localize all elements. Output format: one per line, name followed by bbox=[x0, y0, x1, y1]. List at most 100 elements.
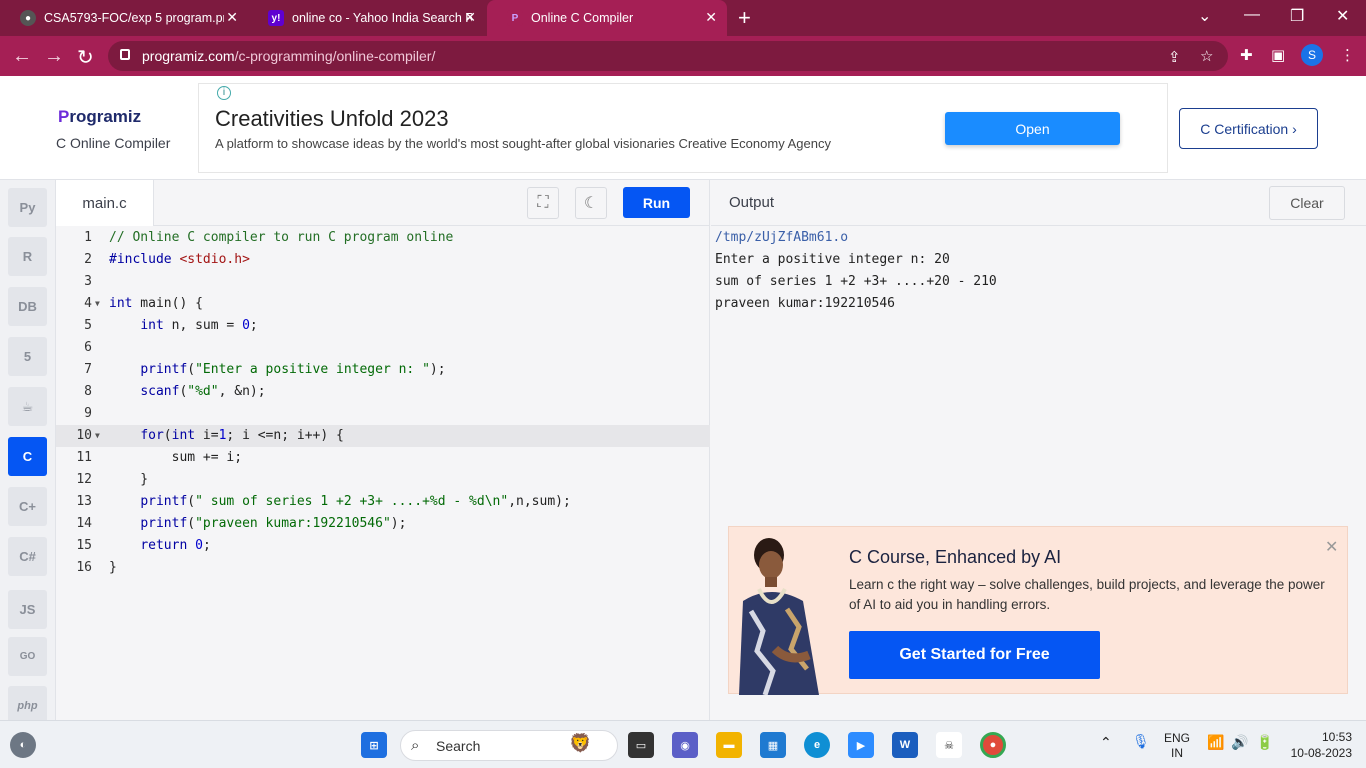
browser-tab-yahoo[interactable]: y! online co - Yahoo India Search Re ✕ bbox=[248, 0, 486, 36]
output-line: praveen kumar:192210546 bbox=[715, 296, 896, 311]
promo-title: C Course, Enhanced by AI bbox=[849, 547, 1062, 567]
microsoft-store-icon[interactable]: ▦ bbox=[760, 732, 786, 758]
ad-open-button[interactable]: Open bbox=[945, 112, 1120, 145]
menu-kebab-icon[interactable]: ⋮ bbox=[1340, 46, 1355, 64]
wifi-icon[interactable]: 📶 bbox=[1207, 735, 1224, 750]
promo-description: Learn c the right way – solve challenges… bbox=[849, 577, 1325, 612]
forward-icon[interactable]: → bbox=[44, 45, 64, 68]
browser-tab-github[interactable]: ● CSA5793-FOC/exp 5 program.pn ✕ bbox=[0, 0, 248, 36]
output-line: /tmp/zUjZfABm61.o bbox=[715, 230, 849, 245]
ad-info-icon[interactable]: i bbox=[217, 86, 231, 100]
tab-search-chevron-icon[interactable]: ⌄ bbox=[1198, 6, 1211, 26]
language-code: ENG bbox=[1164, 731, 1191, 745]
game-app-icon[interactable]: ☠ bbox=[936, 732, 962, 758]
fold-arrow-icon[interactable]: ▼ bbox=[95, 293, 100, 315]
lang-c-icon[interactable]: C bbox=[8, 437, 47, 476]
lang-r-icon[interactable]: R bbox=[8, 237, 47, 276]
url-field[interactable]: programiz.com/c-programming/online-compi… bbox=[108, 41, 1228, 71]
file-explorer-icon[interactable]: ▬ bbox=[716, 732, 742, 758]
search-label: Search bbox=[436, 738, 481, 754]
code-editor-panel: main.c ⛶ ☾ Run 1// Online C compiler to … bbox=[56, 180, 710, 720]
restore-icon[interactable]: ❐ bbox=[1290, 6, 1304, 26]
ad-description: A platform to showcase ideas by the worl… bbox=[215, 136, 831, 151]
lang-js-icon[interactable]: JS bbox=[8, 590, 47, 629]
code-line: 3 bbox=[84, 274, 92, 289]
volume-icon[interactable]: 🔊 bbox=[1231, 735, 1248, 750]
code-line: 13 printf(" sum of series 1 +2 +3+ ....+… bbox=[76, 494, 571, 509]
browser-tabstrip: ● CSA5793-FOC/exp 5 program.pn ✕ y! onli… bbox=[0, 0, 1366, 36]
microphone-icon[interactable]: 🎙 bbox=[1132, 734, 1150, 749]
programiz-logo[interactable]: Programiz bbox=[58, 107, 141, 127]
tray-chevron-up-icon[interactable]: ⌃ bbox=[1100, 735, 1112, 750]
address-bar: ← → ↻ programiz.com/c-programming/online… bbox=[0, 36, 1366, 76]
fullscreen-icon[interactable]: ⛶ bbox=[527, 187, 559, 219]
clear-button[interactable]: Clear bbox=[1269, 186, 1345, 220]
ad-title[interactable]: Creativities Unfold 2023 bbox=[215, 106, 449, 132]
chrome-browser-icon[interactable]: ● bbox=[980, 732, 1006, 758]
weather-widget-icon[interactable]: ◐ bbox=[10, 732, 36, 758]
get-started-button[interactable]: Get Started for Free bbox=[849, 631, 1100, 679]
lang-cpp-icon[interactable]: C+ bbox=[8, 487, 47, 526]
task-view-icon[interactable]: ▭ bbox=[628, 732, 654, 758]
code-line: 12 } bbox=[76, 472, 149, 487]
edge-browser-icon[interactable]: e bbox=[804, 732, 830, 758]
lang-html-icon[interactable]: 5 bbox=[8, 337, 47, 376]
close-icon[interactable]: ✕ bbox=[1325, 537, 1338, 557]
site-header: Programiz C Online Compiler i Creativiti… bbox=[0, 76, 1366, 180]
profile-avatar[interactable]: S bbox=[1301, 44, 1323, 66]
bookmark-star-icon[interactable]: ☆ bbox=[1200, 47, 1213, 65]
logo-initial: P bbox=[58, 107, 70, 126]
lang-sql-icon[interactable]: DB bbox=[8, 287, 47, 326]
code-line: 5 int n, sum = 0; bbox=[84, 318, 258, 333]
run-button[interactable]: Run bbox=[623, 187, 690, 218]
file-tab-main-c[interactable]: main.c bbox=[56, 180, 154, 226]
share-icon[interactable]: ⇪ bbox=[1168, 48, 1181, 66]
close-tab-icon[interactable]: ✕ bbox=[226, 9, 238, 26]
close-tab-icon[interactable]: ✕ bbox=[464, 9, 476, 26]
code-line: 4 ▼ int main() { bbox=[56, 293, 710, 315]
url-host: programiz.com bbox=[142, 48, 235, 64]
back-icon[interactable]: ← bbox=[12, 45, 32, 68]
taskbar-search-box[interactable]: ⌕ Search 🦁 bbox=[400, 730, 618, 761]
lang-java-icon[interactable]: ☕ bbox=[8, 387, 47, 426]
tab-title: Online C Compiler bbox=[531, 11, 634, 25]
teams-chat-icon[interactable]: ◉ bbox=[672, 732, 698, 758]
system-clock[interactable]: 10:53 10-08-2023 bbox=[1284, 729, 1352, 761]
output-title: Output bbox=[729, 194, 775, 211]
lang-csharp-icon[interactable]: C# bbox=[8, 537, 47, 576]
yahoo-icon: y! bbox=[268, 10, 284, 26]
ad-banner[interactable]: i Creativities Unfold 2023 A platform to… bbox=[198, 83, 1168, 173]
output-panel: Output Clear /tmp/zUjZfABm61.o Enter a p… bbox=[711, 180, 1366, 720]
windows-taskbar: ◐ ⊞ ⌕ Search 🦁 ▭ ◉ ▬ ▦ e ▶ W ☠ ● ⌃ 🎙 ENG… bbox=[0, 720, 1366, 768]
minimize-icon[interactable]: — bbox=[1244, 6, 1260, 24]
code-line: 1// Online C compiler to run C program o… bbox=[84, 230, 454, 245]
code-area[interactable]: 1// Online C compiler to run C program o… bbox=[56, 227, 710, 579]
close-window-icon[interactable]: ✕ bbox=[1336, 6, 1349, 26]
code-line: 16} bbox=[76, 560, 117, 575]
lang-go-icon[interactable]: GO bbox=[8, 637, 47, 676]
zoom-icon[interactable]: ▶ bbox=[848, 732, 874, 758]
code-line: 14 printf("praveen kumar:192210546"); bbox=[76, 516, 407, 531]
c-certification-button[interactable]: C Certification › bbox=[1179, 108, 1318, 149]
dark-mode-moon-icon[interactable]: ☾ bbox=[575, 187, 607, 219]
course-promo-card: C Course, Enhanced by AI Learn c the rig… bbox=[728, 526, 1348, 695]
clock-time: 10:53 bbox=[1321, 730, 1352, 744]
start-windows-icon[interactable]: ⊞ bbox=[361, 732, 387, 758]
language-indicator[interactable]: ENG IN bbox=[1164, 731, 1190, 761]
battery-icon[interactable]: 🔋 bbox=[1256, 735, 1273, 750]
close-tab-icon[interactable]: ✕ bbox=[705, 9, 717, 26]
lang-python-icon[interactable]: Py bbox=[8, 188, 47, 227]
browser-tab-programiz[interactable]: P Online C Compiler ✕ bbox=[487, 0, 727, 36]
reload-icon[interactable]: ↻ bbox=[77, 45, 94, 70]
code-line-active: 10 ▼ for(int i=1; i <=n; i++) { bbox=[56, 425, 710, 447]
code-line: 9 bbox=[84, 406, 92, 421]
sidebar-toggle-icon[interactable]: ▣ bbox=[1271, 46, 1285, 64]
fold-arrow-icon[interactable]: ▼ bbox=[95, 425, 100, 447]
word-icon[interactable]: W bbox=[892, 732, 918, 758]
extensions-icon[interactable]: ✚ bbox=[1240, 46, 1253, 64]
code-line: 11 sum += i; bbox=[76, 450, 243, 465]
new-tab-icon[interactable]: + bbox=[738, 5, 751, 31]
language-sidebar: Py R DB 5 ☕ C C+ C# JS GO php bbox=[0, 180, 56, 725]
tab-title: CSA5793-FOC/exp 5 program.pn bbox=[44, 11, 224, 25]
output-console[interactable]: /tmp/zUjZfABm61.o Enter a positive integ… bbox=[715, 227, 997, 315]
